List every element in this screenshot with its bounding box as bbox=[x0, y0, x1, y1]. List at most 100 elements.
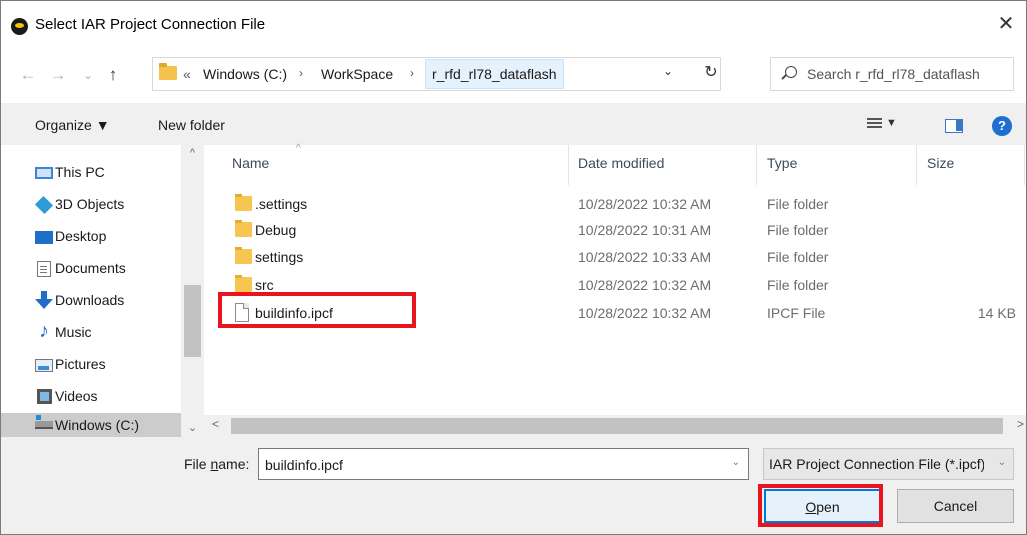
table-row[interactable]: settings 10/28/2022 10:33 AM File folder bbox=[204, 245, 1026, 269]
annotation-highlight-file bbox=[218, 292, 416, 328]
sidebar-item-documents[interactable]: Documents bbox=[1, 253, 181, 285]
annotation-highlight-open bbox=[758, 484, 883, 527]
folder-icon bbox=[235, 220, 252, 237]
folder-icon bbox=[235, 247, 252, 264]
download-icon bbox=[35, 291, 53, 309]
sidebar-item-label: 3D Objects bbox=[55, 196, 125, 212]
music-icon: ♪ bbox=[39, 320, 49, 342]
file-type: IPCF File bbox=[767, 305, 826, 321]
sidebar-item-label: Pictures bbox=[55, 356, 106, 372]
column-divider[interactable] bbox=[1024, 145, 1025, 185]
navigation-pane: This PC 3D Objects Desktop Documents Dow… bbox=[1, 145, 204, 437]
cube-icon bbox=[34, 195, 54, 215]
column-header-size[interactable]: Size bbox=[927, 155, 954, 171]
table-row[interactable]: Debug 10/28/2022 10:31 AM File folder bbox=[204, 218, 1026, 242]
file-date: 10/28/2022 10:31 AM bbox=[578, 222, 712, 238]
file-name-label: File name: bbox=[184, 456, 249, 472]
sidebar-item-music[interactable]: ♪ Music bbox=[1, 317, 181, 349]
folder-icon bbox=[235, 275, 252, 292]
file-type: File folder bbox=[767, 196, 829, 212]
column-header-name[interactable]: Name bbox=[232, 155, 269, 171]
iar-app-icon bbox=[11, 18, 28, 35]
view-options-icon[interactable] bbox=[867, 118, 882, 132]
file-list: ^ Name Date modified Type Size .settings… bbox=[204, 143, 1026, 415]
file-type: File folder bbox=[767, 277, 829, 293]
sidebar-item-label: Documents bbox=[55, 260, 126, 276]
sidebar-item-label: Desktop bbox=[55, 228, 107, 244]
sidebar-item-this-pc[interactable]: This PC bbox=[1, 157, 181, 189]
footer-panel: File name: ⌄ IAR Project Connection File… bbox=[1, 437, 1026, 534]
table-row[interactable]: .settings 10/28/2022 10:32 AM File folde… bbox=[204, 192, 1026, 216]
drive-icon bbox=[35, 415, 53, 429]
sidebar-scroll-thumb[interactable] bbox=[184, 285, 201, 357]
back-arrow-icon[interactable]: ← bbox=[17, 64, 39, 86]
help-icon[interactable]: ? bbox=[992, 116, 1012, 136]
search-icon bbox=[785, 66, 797, 78]
file-date: 10/28/2022 10:32 AM bbox=[578, 305, 712, 321]
address-dropdown-chevron-icon[interactable]: ⌄ bbox=[663, 64, 673, 78]
scroll-left-arrow-icon[interactable]: < bbox=[212, 417, 219, 431]
sidebar-scrollbar[interactable]: ^ ⌄ bbox=[181, 145, 204, 437]
scroll-up-arrow-icon[interactable]: ^ bbox=[181, 147, 204, 159]
file-name-label-part: ame: bbox=[218, 456, 250, 472]
forward-arrow-icon[interactable]: → bbox=[47, 64, 69, 86]
file-date: 10/28/2022 10:32 AM bbox=[578, 196, 712, 212]
file-name: settings bbox=[255, 249, 304, 265]
document-icon bbox=[37, 261, 51, 277]
recent-locations-chevron-icon[interactable]: ⌄ bbox=[77, 64, 99, 86]
file-name-combobox[interactable]: ⌄ bbox=[258, 448, 749, 480]
column-header-type[interactable]: Type bbox=[767, 155, 797, 171]
file-list-horizontal-scrollbar[interactable]: < > bbox=[204, 415, 1026, 437]
up-arrow-icon[interactable]: ↑ bbox=[102, 64, 124, 86]
file-name-label-part: File bbox=[184, 456, 211, 472]
search-input[interactable] bbox=[807, 64, 1007, 84]
new-folder-button[interactable]: New folder bbox=[158, 117, 225, 133]
file-name: Debug bbox=[255, 222, 297, 238]
address-bar[interactable]: « Windows (C:) › WorkSpace › r_rfd_rl78_… bbox=[152, 57, 721, 91]
sidebar-item-label: Windows (C:) bbox=[55, 417, 140, 433]
file-date: 10/28/2022 10:33 AM bbox=[578, 249, 712, 265]
computer-icon bbox=[35, 167, 53, 179]
column-divider[interactable] bbox=[756, 145, 757, 185]
sidebar-item-downloads[interactable]: Downloads bbox=[1, 285, 181, 317]
column-divider[interactable] bbox=[568, 145, 569, 185]
breadcrumb-windows-c[interactable]: Windows (C:) bbox=[203, 66, 287, 82]
folder-icon bbox=[235, 194, 252, 211]
dialog-title: Select IAR Project Connection File bbox=[35, 16, 266, 33]
title-bar: Select IAR Project Connection File ✕ bbox=[1, 1, 1026, 47]
horizontal-scroll-thumb[interactable] bbox=[231, 418, 1003, 434]
column-divider[interactable] bbox=[916, 145, 917, 185]
sidebar-item-videos[interactable]: Videos bbox=[1, 381, 181, 413]
file-type-value: IAR Project Connection File (*.ipcf) bbox=[769, 456, 984, 472]
file-size: 14 KB bbox=[977, 305, 1016, 321]
chevron-right-icon[interactable]: › bbox=[299, 66, 303, 80]
chevron-down-icon[interactable]: ⌄ bbox=[998, 457, 1006, 468]
chevron-down-icon[interactable]: ⌄ bbox=[732, 457, 740, 468]
search-box[interactable] bbox=[770, 57, 1014, 91]
scroll-down-chevron-icon[interactable]: ⌄ bbox=[181, 421, 204, 434]
sort-ascending-icon: ^ bbox=[296, 143, 301, 154]
scroll-right-arrow-icon[interactable]: > bbox=[1017, 417, 1024, 431]
preview-pane-icon[interactable] bbox=[945, 119, 963, 133]
breadcrumb-overflow[interactable]: « bbox=[183, 66, 191, 82]
sidebar-item-windows-c[interactable]: Windows (C:) bbox=[1, 413, 181, 437]
desktop-icon bbox=[35, 231, 53, 244]
organize-button[interactable]: Organize ▼ bbox=[35, 117, 110, 133]
sidebar-item-3d-objects[interactable]: 3D Objects bbox=[1, 189, 181, 221]
file-date: 10/28/2022 10:32 AM bbox=[578, 277, 712, 293]
file-name-input[interactable] bbox=[265, 455, 705, 475]
folder-icon bbox=[159, 63, 177, 80]
column-header-date-modified[interactable]: Date modified bbox=[578, 155, 664, 171]
close-button[interactable]: ✕ bbox=[986, 9, 1026, 39]
breadcrumb-workspace[interactable]: WorkSpace bbox=[321, 66, 393, 82]
refresh-icon[interactable]: ↻ bbox=[701, 62, 721, 82]
file-open-dialog: Select IAR Project Connection File ✕ ← →… bbox=[0, 0, 1027, 535]
file-type-select[interactable]: IAR Project Connection File (*.ipcf) ⌄ bbox=[763, 448, 1014, 480]
sidebar-item-pictures[interactable]: Pictures bbox=[1, 349, 181, 381]
file-type: File folder bbox=[767, 222, 829, 238]
chevron-right-icon[interactable]: › bbox=[410, 66, 414, 80]
sidebar-item-desktop[interactable]: Desktop bbox=[1, 221, 181, 253]
breadcrumb-current-folder[interactable]: r_rfd_rl78_dataflash bbox=[425, 59, 564, 89]
cancel-button[interactable]: Cancel bbox=[897, 489, 1014, 523]
view-dropdown-caret-icon[interactable]: ▼ bbox=[886, 117, 897, 129]
